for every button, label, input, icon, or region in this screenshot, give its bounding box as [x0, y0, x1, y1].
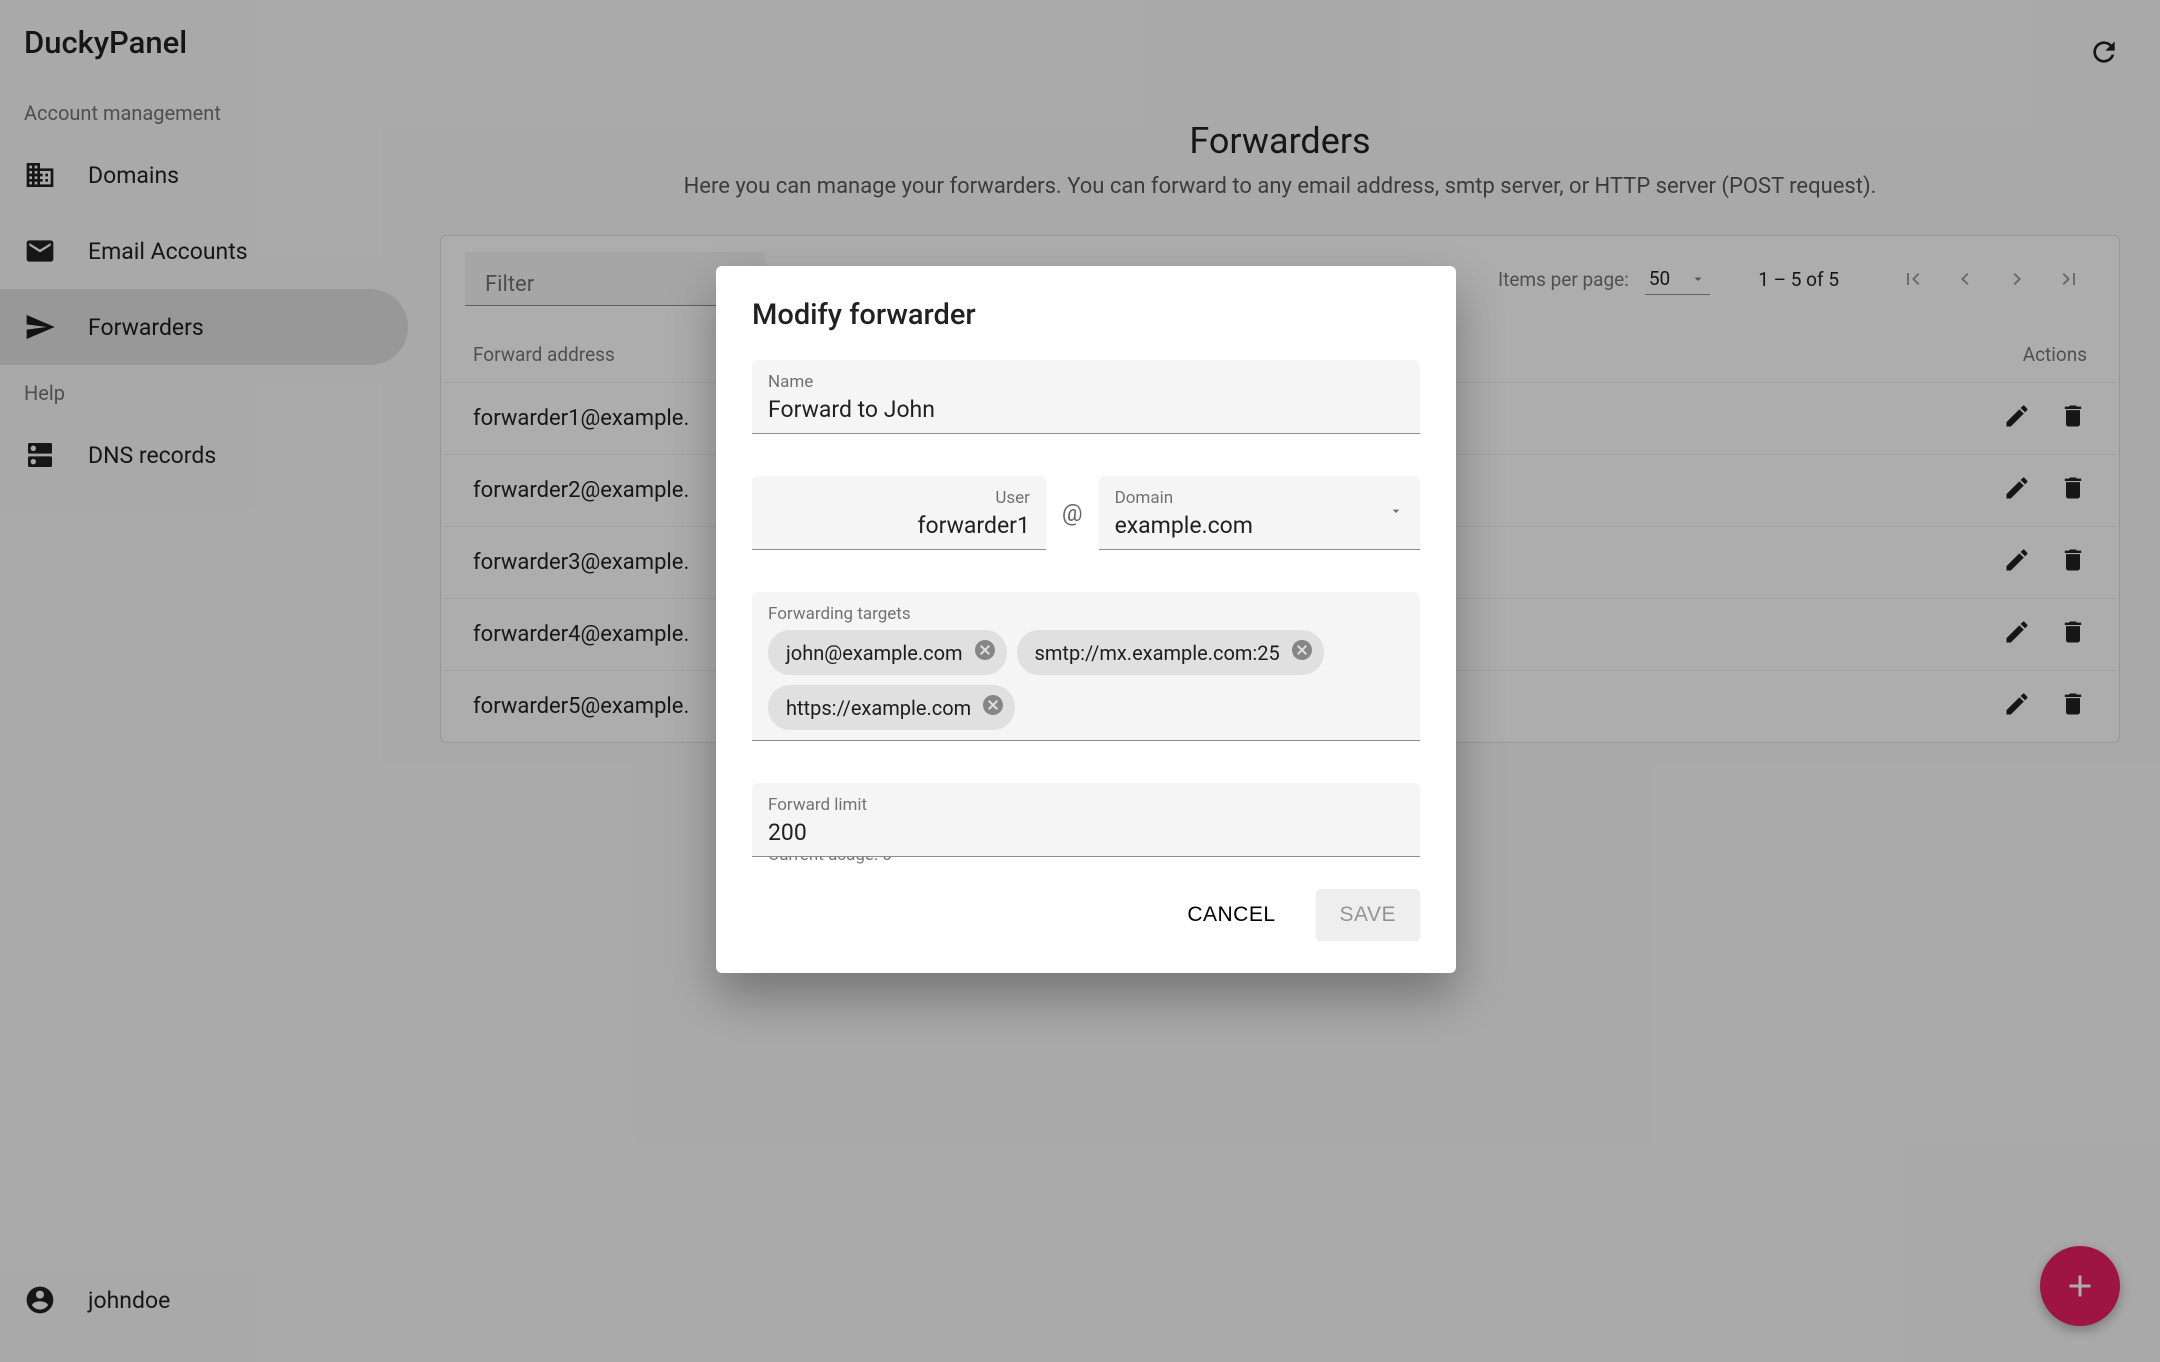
user-value: forwarder1: [768, 512, 1030, 539]
chip-label: https://example.com: [786, 696, 971, 720]
close-circle-icon: [1290, 638, 1314, 662]
target-chip[interactable]: smtp://mx.example.com:25: [1017, 630, 1324, 675]
name-field[interactable]: Name Forward to John: [752, 360, 1420, 434]
chip-remove-button[interactable]: [981, 693, 1005, 722]
dialog-title: Modify forwarder: [752, 298, 1420, 332]
name-value: Forward to John: [768, 396, 1404, 423]
chip-label: smtp://mx.example.com:25: [1035, 641, 1280, 665]
domain-label: Domain: [1115, 488, 1404, 508]
save-button[interactable]: SAVE: [1316, 889, 1420, 941]
domain-select[interactable]: Domain example.com: [1099, 476, 1420, 550]
limit-value: 200: [768, 819, 1404, 846]
domain-value: example.com: [1115, 512, 1404, 539]
user-label: User: [768, 488, 1030, 508]
limit-label: Forward limit: [768, 795, 1404, 815]
close-circle-icon: [981, 693, 1005, 717]
targets-label: Forwarding targets: [768, 604, 1404, 624]
modify-forwarder-dialog: Modify forwarder Name Forward to John Us…: [716, 266, 1456, 973]
targets-field[interactable]: Forwarding targets john@example.com smtp:…: [752, 592, 1420, 741]
target-chip[interactable]: john@example.com: [768, 630, 1007, 675]
limit-field[interactable]: Forward limit 200: [752, 783, 1420, 857]
chip-label: john@example.com: [786, 641, 963, 665]
user-field[interactable]: User forwarder1: [752, 476, 1046, 550]
target-chip[interactable]: https://example.com: [768, 685, 1015, 730]
at-sign: @: [1062, 500, 1083, 527]
name-label: Name: [768, 372, 1404, 392]
chevron-down-icon: [1388, 503, 1404, 523]
dialog-actions: CANCEL SAVE: [752, 889, 1420, 941]
address-row: User forwarder1 @ Domain example.com: [752, 476, 1420, 550]
cancel-button[interactable]: CANCEL: [1163, 889, 1299, 941]
chip-remove-button[interactable]: [973, 638, 997, 667]
close-circle-icon: [973, 638, 997, 662]
chip-remove-button[interactable]: [1290, 638, 1314, 667]
